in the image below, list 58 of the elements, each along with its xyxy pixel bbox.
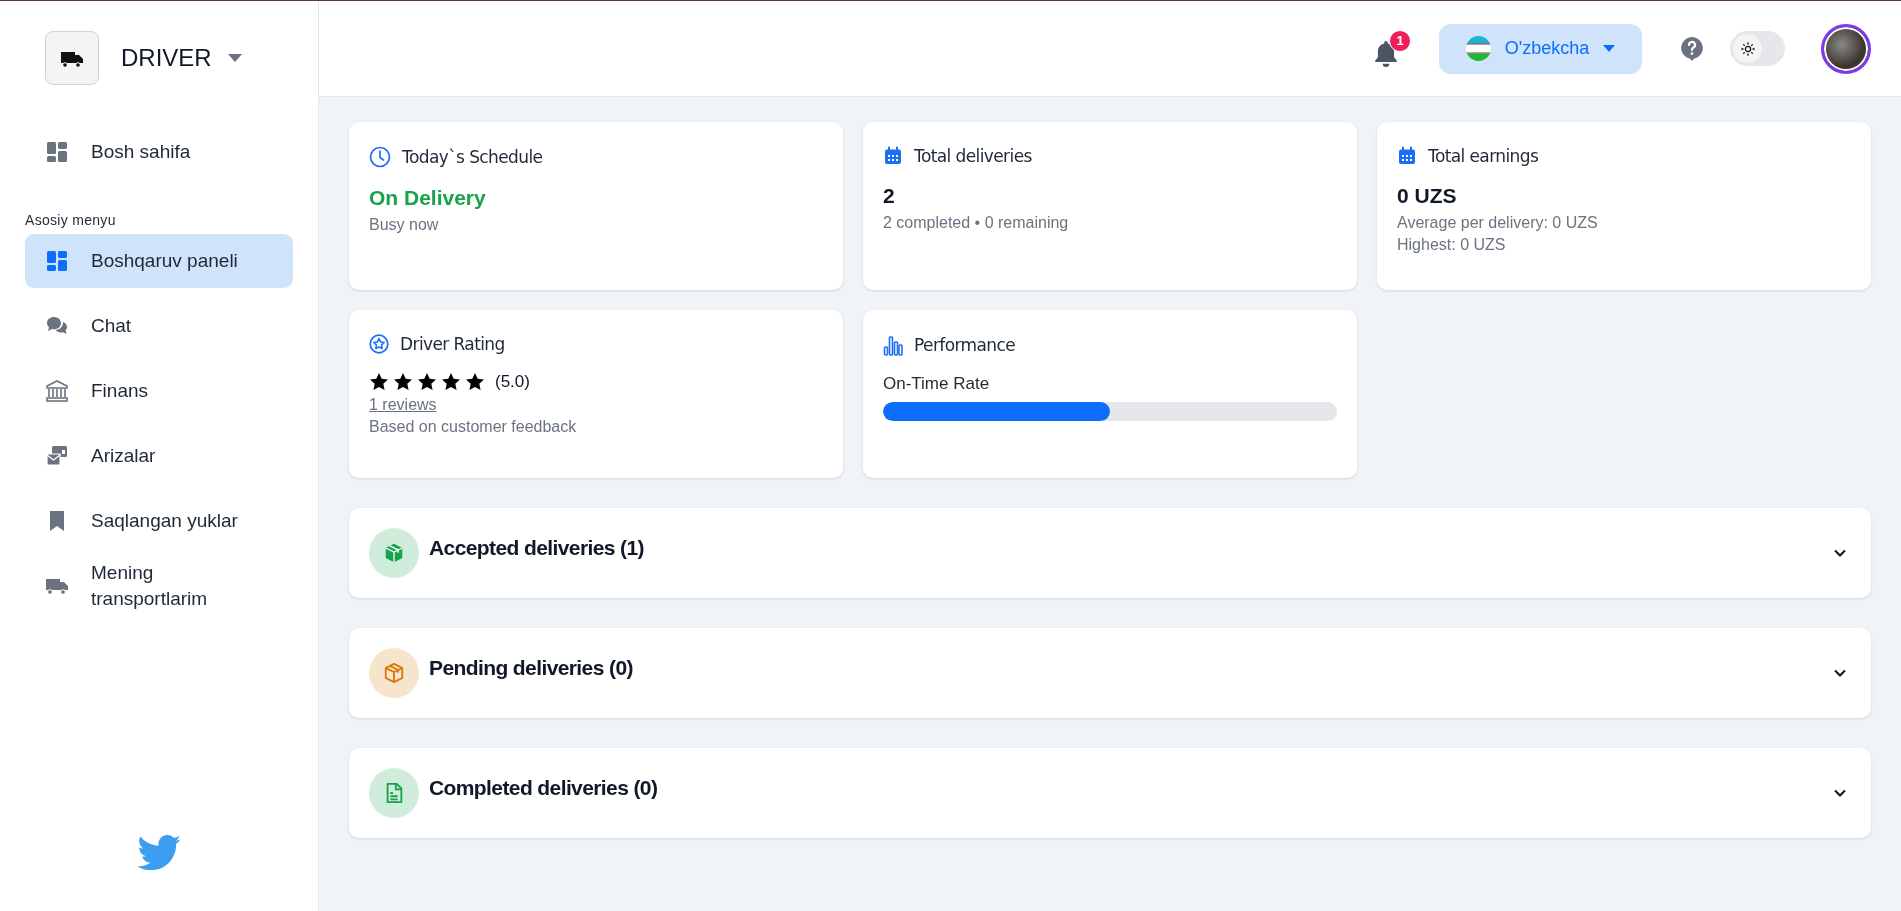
dashboard-icon xyxy=(45,140,69,164)
card-title: Performance xyxy=(914,335,1016,355)
rating-score: (5.0) xyxy=(495,372,530,392)
help-button[interactable] xyxy=(1680,35,1704,62)
card-title: Today`s Schedule xyxy=(402,147,543,167)
card-title: Total earnings xyxy=(1428,146,1539,166)
nav-item[interactable]: Arizalar xyxy=(25,429,293,483)
star-icon xyxy=(369,372,389,392)
bird-icon xyxy=(137,835,181,871)
nav-item[interactable]: Chat xyxy=(25,299,293,353)
delivery-status: On Delivery xyxy=(369,186,486,209)
role-name: DRIVER xyxy=(121,44,212,72)
metric-label: On-Time Rate xyxy=(883,374,991,394)
rating-note: Based on customer feedback xyxy=(369,418,578,436)
section-label: Asosiy menyu xyxy=(25,212,117,228)
notification-count: 1 xyxy=(1389,29,1411,52)
bell-icon xyxy=(1373,39,1399,68)
deliveries-count: 2 xyxy=(883,184,895,207)
chevron-down-icon xyxy=(1833,788,1847,798)
avatar[interactable] xyxy=(1821,23,1871,74)
nav-item[interactable]: Bosh sahifa xyxy=(25,125,293,179)
nav-item[interactable]: Finans xyxy=(25,364,293,418)
notifications-button[interactable]: 1 xyxy=(1373,29,1411,68)
accordion-header[interactable]: Accepted deliveries (1) xyxy=(349,508,1871,598)
mail-icon xyxy=(45,444,69,468)
theme-toggle[interactable] xyxy=(1730,31,1785,66)
caret-icon xyxy=(227,54,242,62)
nav-item[interactable]: Mening transportlarim xyxy=(25,559,293,613)
deliveries-summary: 2 completed • 0 remaining xyxy=(883,214,1070,232)
star-icon xyxy=(393,372,413,392)
earnings-total: 0 UZS xyxy=(1397,184,1457,207)
star-icon xyxy=(465,372,485,392)
bank-icon xyxy=(45,379,69,403)
question-icon xyxy=(1680,35,1704,62)
earnings-average: Average per delivery: 0 UZS xyxy=(1397,214,1599,232)
role-dropdown[interactable]: DRIVER xyxy=(121,44,242,72)
flag-icon xyxy=(1465,36,1491,61)
caret-icon xyxy=(1603,45,1616,52)
nav-item[interactable]: Saqlangan yuklar xyxy=(25,494,293,548)
earnings-highest: Highest: 0 UZS xyxy=(1397,236,1507,254)
sun-icon xyxy=(1740,41,1755,56)
nav-item[interactable]: Boshqaruv paneli xyxy=(25,234,293,288)
clock-icon xyxy=(369,146,391,168)
dashboard-icon xyxy=(45,249,69,273)
status-note: Busy now xyxy=(369,216,440,234)
accordion-header[interactable]: Pending deliveries (0) xyxy=(349,628,1871,718)
accordion-header[interactable]: Completed deliveries (0) xyxy=(349,748,1871,838)
card-title: Driver Rating xyxy=(400,334,505,354)
bar-chart-icon xyxy=(883,334,903,356)
card-title: Total deliveries xyxy=(914,146,1032,166)
star-badge-icon xyxy=(369,334,389,354)
reviews-link[interactable]: 1 reviews xyxy=(369,396,437,414)
chevron-down-icon xyxy=(1833,668,1847,678)
star-icon xyxy=(417,372,437,392)
calendar-icon xyxy=(1397,146,1417,166)
star-icon xyxy=(441,372,461,392)
calendar-icon xyxy=(883,146,903,166)
chevron-down-icon xyxy=(1833,548,1847,558)
